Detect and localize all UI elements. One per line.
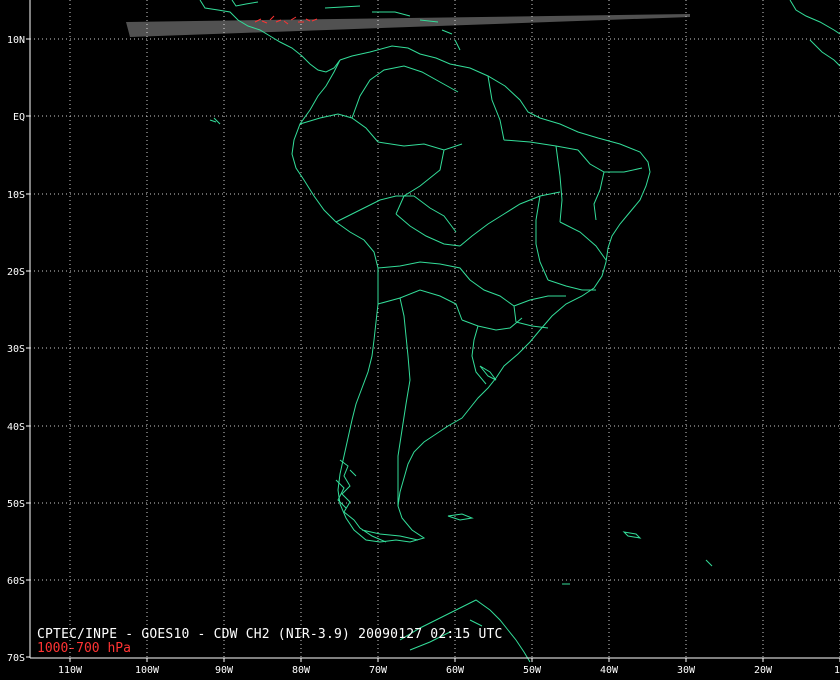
longitude-label: 40W [600, 665, 619, 676]
latitude-label: 30S [7, 344, 25, 355]
map-background [0, 0, 840, 680]
longitude-label: 90W [215, 665, 234, 676]
latitude-label: 50S [7, 499, 25, 510]
latitude-label: EQ [13, 112, 25, 123]
map-title: CPTEC/INPE - GOES10 - CDW CH2 (NIR-3.9) … [37, 627, 503, 642]
pressure-level-label: 1000-700 hPa [37, 641, 131, 656]
longitude-label: 50W [523, 665, 542, 676]
latitude-label: 20S [7, 267, 25, 278]
satellite-wind-map: 10N EQ 10S 20S 30S 40S 50S 60S 70S 110W 100W 90W 80… [0, 0, 840, 680]
longitude-label: 100W [135, 665, 160, 676]
latitude-label: 40S [7, 422, 25, 433]
latitude-label: 70S [7, 653, 25, 664]
latitude-label: 10S [7, 190, 25, 201]
longitude-label: 80W [292, 665, 311, 676]
longitude-label: 70W [369, 665, 388, 676]
longitude-label: 10 [834, 665, 840, 676]
latitude-label: 60S [7, 576, 25, 587]
longitude-label: 60W [446, 665, 465, 676]
longitude-label: 110W [58, 665, 83, 676]
longitude-label: 30W [677, 665, 696, 676]
latitude-label: 10N [7, 35, 25, 46]
longitude-label: 20W [754, 665, 773, 676]
